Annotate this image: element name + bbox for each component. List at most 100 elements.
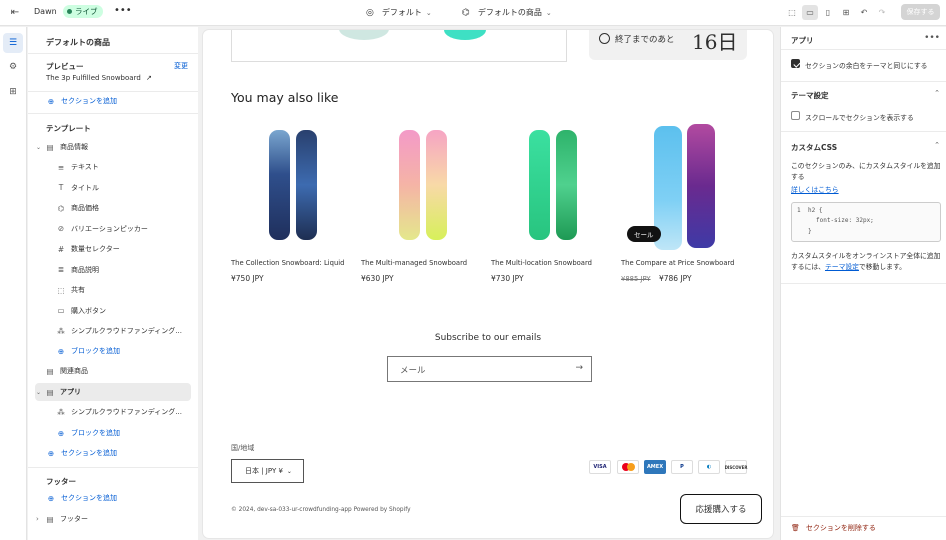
scroll-reveal-checkbox[interactable]	[791, 111, 800, 120]
product-price: ¥730 JPY	[491, 274, 524, 283]
block-label: 商品説明	[71, 265, 99, 274]
plus-circle-icon: ⊕	[57, 346, 65, 356]
scroll-reveal-label: スクロールでセクションを表示する	[805, 114, 914, 122]
apps-icon[interactable]: ⊞	[3, 82, 23, 102]
section-label: 商品情報	[60, 143, 88, 151]
product-price: ¥750 JPY	[231, 274, 264, 283]
product-card[interactable]: The Multi-managed Snowboard ¥630 JPY	[361, 122, 486, 283]
chevron-up-icon[interactable]: ⌃	[934, 141, 940, 149]
section-apps[interactable]: ⌄ ▤ アプリ	[35, 383, 191, 401]
delete-section-button[interactable]: 🗑 セクションを削除する	[791, 523, 876, 533]
preview-product[interactable]: The 3p Fulfilled Snowboard ↗	[46, 74, 152, 82]
section-product-info[interactable]: ⌄ ▤ 商品情報	[36, 138, 192, 156]
country-selector[interactable]: 日本 | JPY ¥ ⌄	[231, 459, 304, 483]
product-name: The Compare at Price Snowboard	[621, 259, 735, 267]
app-settings-heading: アプリ	[791, 36, 814, 45]
css-description: このセクションのみ、にカスタムスタイルを追加する	[791, 162, 941, 181]
section-icon: ▤	[46, 142, 54, 152]
block-item[interactable]: ▭ 購入ボタン	[56, 302, 106, 320]
section-icon: ▤	[46, 387, 54, 397]
add-block-button[interactable]: ⊕ ブロックを追加	[56, 342, 120, 360]
plus-circle-icon: ⊕	[47, 448, 55, 458]
more-actions-button[interactable]: •••	[114, 5, 132, 16]
product-card[interactable]: The Collection Snowboard: Liquid ¥750 JP…	[231, 122, 356, 283]
add-section-label: セクションを追加	[61, 494, 117, 502]
chevron-down-icon: ⌄	[36, 143, 42, 151]
block-label: シンプルクラウドファンディング...	[71, 327, 182, 335]
preview-label: プレビュー	[46, 62, 84, 71]
countdown-label: 終了までのあと	[615, 35, 675, 45]
nav-rail: ☰ ⚙ ⊞	[0, 27, 27, 540]
add-section-button[interactable]: ⊕ セクションを追加	[46, 444, 117, 462]
block-label: 商品価格	[71, 204, 99, 212]
newsletter-title: Subscribe to our emails	[434, 333, 542, 343]
redo-icon[interactable]: ↷	[874, 5, 890, 20]
block-item[interactable]: ⁂ シンプルクラウドファンディング...	[56, 322, 182, 340]
chevron-up-icon[interactable]: ⌃	[934, 89, 940, 97]
email-input[interactable]: メール →	[387, 356, 592, 382]
chevron-down-icon: ⌄	[36, 388, 42, 396]
title-icon: T	[58, 183, 64, 192]
plus-circle-icon: ⊕	[57, 428, 65, 438]
preview-change-link[interactable]: 変更	[174, 61, 188, 71]
compare-at-price: ¥885 JPY	[621, 275, 651, 283]
fullscreen-view-icon[interactable]: ⊞	[838, 5, 854, 20]
external-link-icon: ↗	[146, 74, 152, 82]
block-label: タイトル	[71, 183, 99, 192]
match-theme-checkbox[interactable]	[791, 59, 800, 68]
app-block-crowdfunding[interactable]: ⁂ シンプルクラウドファンディング...	[56, 403, 182, 421]
add-block-label: ブロックを追加	[71, 429, 120, 437]
template-select-label: デフォルト	[381, 8, 422, 17]
settings-gear-icon[interactable]: ⚙	[3, 57, 23, 77]
product-card[interactable]: The Multi-location Snowboard ¥730 JPY	[491, 122, 616, 283]
exit-icon[interactable]: ⇤	[8, 6, 22, 20]
block-item[interactable]: ≡ テキスト	[56, 158, 99, 176]
block-item[interactable]: # 数量セレクター	[56, 240, 120, 258]
support-purchase-button[interactable]: 応援購入する	[680, 494, 762, 524]
template-selector[interactable]: ◎ デフォルト ⌄	[366, 7, 432, 18]
add-section-button[interactable]: ⊕ セクションを追加	[46, 92, 117, 110]
mobile-view-icon[interactable]: ▯	[820, 5, 836, 20]
sections-icon[interactable]: ☰	[3, 33, 23, 53]
more-icon[interactable]: •••	[924, 33, 940, 43]
block-label: 購入ボタン	[71, 306, 106, 315]
block-label: テキスト	[71, 163, 99, 171]
block-item[interactable]: ⊘ バリエーションピッカー	[56, 220, 148, 238]
description-icon: ≣	[57, 265, 65, 274]
save-button[interactable]: 保存する	[901, 4, 940, 20]
learn-more-link[interactable]: 詳しくはこちら	[791, 185, 941, 196]
add-section-button[interactable]: ⊕ セクションを追加	[46, 489, 117, 507]
email-placeholder: メール	[400, 366, 426, 376]
block-item[interactable]: T タイトル	[56, 179, 99, 197]
template-heading: テンプレート	[46, 124, 91, 133]
top-bar: ⇤ Dawn ライブ ••• ◎ デフォルト ⌄ ⌬ デフォルトの商品 ⌄ ⬚ …	[0, 0, 946, 26]
product-image	[231, 122, 356, 254]
section-related-products[interactable]: ▤ 関連商品	[45, 362, 88, 380]
section-label: アプリ	[60, 388, 81, 396]
theme-settings-heading[interactable]: テーマ設定	[791, 90, 829, 101]
sections-panel: デフォルトの商品 プレビュー 変更 The 3p Fulfilled Snowb…	[28, 27, 198, 540]
section-footer[interactable]: › ▤ フッター	[36, 510, 88, 528]
css-editor[interactable]: 1 h2 { font-size: 32px; }	[791, 202, 941, 242]
arrow-right-icon[interactable]: →	[575, 363, 583, 373]
block-item[interactable]: ⌬ 商品価格	[56, 199, 99, 217]
inspector-icon[interactable]: ⬚	[784, 5, 800, 20]
add-block-button[interactable]: ⊕ ブロックを追加	[56, 424, 120, 442]
page-select-label: デフォルトの商品	[477, 8, 542, 17]
theme-settings-link[interactable]: テーマ設定	[825, 263, 859, 271]
page-selector[interactable]: ⌬ デフォルトの商品 ⌄	[462, 7, 552, 18]
desktop-view-icon[interactable]: ▭	[802, 5, 818, 20]
block-item[interactable]: ⬚ 共有	[56, 281, 85, 299]
code-line-3: }	[808, 228, 812, 235]
product-card[interactable]: セール The Compare at Price Snowboard ¥885 …	[621, 122, 746, 283]
block-item[interactable]: ≣ 商品説明	[56, 261, 99, 279]
section-label: 関連商品	[60, 367, 88, 375]
hash-icon: #	[57, 244, 65, 254]
price-tag-icon: ⌬	[57, 203, 65, 213]
settings-panel: アプリ ••• セクションの余白をテーマと同じにする テーマ設定 ⌃ スクロール…	[780, 27, 946, 540]
section-icon: ▤	[46, 366, 54, 376]
undo-icon[interactable]: ↶	[856, 5, 872, 20]
custom-css-heading[interactable]: カスタムCSS	[791, 142, 837, 153]
country-label: 国/地域	[231, 444, 255, 452]
countdown-box: 終了までのあと 16日	[589, 30, 747, 60]
